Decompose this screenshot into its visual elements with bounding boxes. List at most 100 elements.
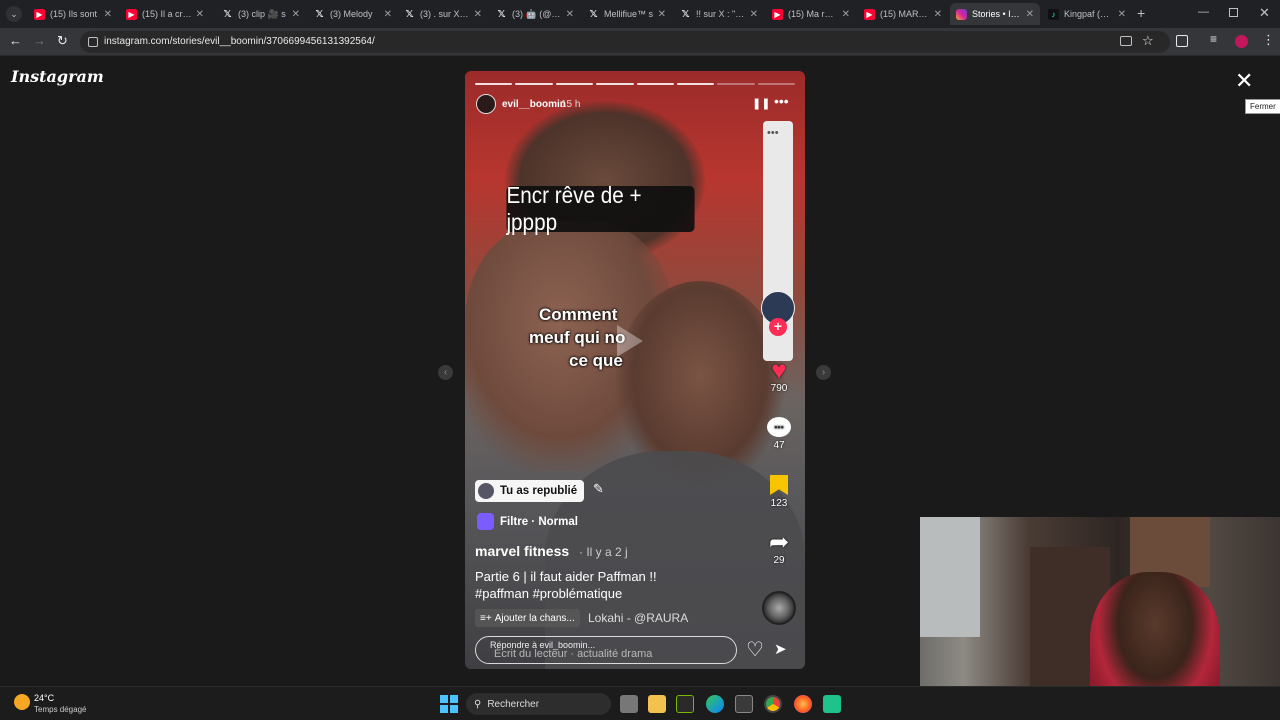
browser-tab[interactable]: ▶ (15) Ils sont ✕ xyxy=(28,3,118,25)
close-tab-icon[interactable]: ✕ xyxy=(1118,9,1126,20)
close-tab-icon[interactable]: ✕ xyxy=(1026,9,1034,20)
x-icon: 𝕏 xyxy=(405,8,414,20)
store-icon[interactable] xyxy=(735,695,753,713)
browser-tab[interactable]: ▶ (15) MARVE ✕ xyxy=(858,3,948,25)
close-tab-icon[interactable]: ✕ xyxy=(566,9,574,20)
reply-like-icon[interactable]: ♡ xyxy=(746,637,764,662)
music-credit[interactable]: Lokahi - @RAURA xyxy=(588,611,688,625)
close-icon[interactable]: ✕ xyxy=(1235,70,1253,92)
close-tab-icon[interactable]: ✕ xyxy=(292,9,300,20)
new-tab-button[interactable]: + xyxy=(1137,5,1145,21)
browser-tab[interactable]: ♪ Kingpaf (@k ✕ xyxy=(1042,3,1132,25)
close-tooltip: Fermer xyxy=(1245,99,1280,114)
share-icon[interactable]: ➦ xyxy=(761,531,797,555)
minimize-button[interactable]: — xyxy=(1198,6,1209,18)
weather-temperature: 24°C xyxy=(34,693,55,703)
filter-row[interactable]: Filtre · Normal xyxy=(477,513,578,530)
browser-tab[interactable]: ▶ (15) Il a créé ✕ xyxy=(120,3,210,25)
browser-tab[interactable]: ▶ (15) Ma répo ✕ xyxy=(766,3,856,25)
close-tab-icon[interactable]: ✕ xyxy=(196,9,204,20)
more-options-icon[interactable]: ••• xyxy=(774,93,789,109)
close-tab-icon[interactable]: ✕ xyxy=(384,9,392,20)
file-explorer-icon[interactable] xyxy=(648,695,666,713)
close-tab-icon[interactable]: ✕ xyxy=(474,9,482,20)
browser-tab[interactable]: Stories • Insta ✕ xyxy=(950,3,1040,25)
forward-button[interactable]: → xyxy=(33,33,46,48)
like-count: 790 xyxy=(770,383,788,394)
youtube-icon: ▶ xyxy=(34,8,45,20)
bookmark-icon[interactable] xyxy=(770,475,788,495)
follow-plus-icon[interactable]: + xyxy=(769,318,787,336)
add-song-button[interactable]: ≡+ Ajouter la chans... xyxy=(475,609,580,627)
maximize-button[interactable] xyxy=(1229,8,1238,17)
story-username[interactable]: evil__boomin xyxy=(502,99,566,110)
music-disc-icon[interactable] xyxy=(762,591,796,625)
windows-start-icon[interactable] xyxy=(440,695,458,713)
story-hashtags[interactable]: #paffman #problématique xyxy=(475,586,622,601)
chrome-icon[interactable] xyxy=(764,695,782,713)
close-tab-icon[interactable]: ✕ xyxy=(658,9,666,20)
browser-tab[interactable]: 𝕏 !! sur X : "AF ✕ xyxy=(674,3,764,25)
story-author-avatar[interactable] xyxy=(476,94,496,114)
browser-tab[interactable]: 𝕏 (3) . sur X : " ✕ xyxy=(398,3,488,25)
x-icon: 𝕏 xyxy=(315,8,324,20)
weather-icon[interactable] xyxy=(14,694,30,710)
close-tab-icon[interactable]: ✕ xyxy=(842,9,850,20)
video-more-icon[interactable]: ••• xyxy=(767,127,779,139)
heart-icon[interactable]: ♥ xyxy=(761,357,797,383)
previous-story-icon[interactable]: ‹ xyxy=(438,365,453,380)
tab-title: Mellifiue™ s xyxy=(604,9,654,19)
taskbar-search[interactable]: ⚲ Rechercher xyxy=(466,693,611,715)
original-account[interactable]: marvel fitness xyxy=(475,543,569,559)
pause-icon[interactable]: ❚❚ xyxy=(752,97,770,110)
webcam-window xyxy=(920,517,980,637)
site-info-icon[interactable] xyxy=(88,37,98,47)
bookmark-star-icon[interactable]: ☆ xyxy=(1142,33,1154,49)
address-bar[interactable]: instagram.com/stories/evil__boomin/37066… xyxy=(80,31,1170,53)
tab-title: (15) Il a créé xyxy=(142,9,192,19)
x-icon: 𝕏 xyxy=(681,8,690,20)
edit-pencil-icon[interactable]: ✎ xyxy=(593,481,604,497)
browser-tab[interactable]: 𝕏 Mellifiue™ s ✕ xyxy=(582,3,672,25)
youtube-icon: ▶ xyxy=(126,8,137,20)
comment-count: 47 xyxy=(773,440,785,451)
close-tab-icon[interactable]: ✕ xyxy=(934,9,942,20)
browser-tab[interactable]: 𝕏 (3) clip 🎥 s ✕ xyxy=(216,3,306,25)
republished-avatar xyxy=(478,483,494,499)
firefox-icon[interactable] xyxy=(794,695,812,713)
reply-placeholder: Écrit du lecteur · actualité drama xyxy=(494,648,653,660)
story-viewer[interactable]: evil__boomin 15 h ❚❚ ••• ••• Encr rêve d… xyxy=(465,71,805,669)
reload-button[interactable]: ↻ xyxy=(57,33,68,49)
tiktok-icon: ♪ xyxy=(1048,8,1059,20)
install-app-icon[interactable] xyxy=(1120,36,1132,46)
close-tab-icon[interactable]: ✕ xyxy=(104,9,112,20)
reply-input[interactable]: Répondre à evil_boomin... Écrit du lecte… xyxy=(475,636,737,664)
browser-tab[interactable]: 𝕏 (3) Melody ✕ xyxy=(308,3,398,25)
search-icon: ⚲ xyxy=(474,698,482,710)
task-view-icon[interactable] xyxy=(620,695,638,713)
instagram-logo[interactable]: Instagram xyxy=(11,67,104,86)
posted-time: · Il y a 2 j xyxy=(579,545,628,559)
send-icon[interactable]: ➤ xyxy=(774,640,787,658)
comment-icon[interactable]: ••• xyxy=(767,417,791,437)
tab-search-button[interactable]: ⌄ xyxy=(6,6,22,22)
extensions-icon[interactable] xyxy=(1176,35,1188,47)
profile-avatar[interactable] xyxy=(1235,35,1248,48)
nvidia-icon[interactable] xyxy=(676,695,694,713)
url-text: instagram.com/stories/evil__boomin/37066… xyxy=(104,36,375,47)
edge-icon[interactable] xyxy=(706,695,724,713)
reading-list-icon[interactable]: ≡ xyxy=(1210,32,1217,46)
next-story-icon[interactable]: › xyxy=(816,365,831,380)
x-icon: 𝕏 xyxy=(589,8,598,20)
play-overlay-icon[interactable] xyxy=(617,325,643,357)
menu-icon[interactable]: ⋮ xyxy=(1262,32,1275,48)
back-button[interactable]: ← xyxy=(9,33,22,48)
browser-tab[interactable]: 𝕏 (3) 🤖 (@TC ✕ xyxy=(490,3,580,25)
x-icon: 𝕏 xyxy=(223,8,232,20)
window-close-button[interactable]: ✕ xyxy=(1259,5,1270,21)
app-icon[interactable] xyxy=(823,695,841,713)
tab-title: (15) Ma répo xyxy=(788,9,838,19)
tab-title: (3) Melody xyxy=(330,9,373,19)
republished-badge[interactable]: Tu as republié xyxy=(475,480,585,502)
close-tab-icon[interactable]: ✕ xyxy=(750,9,758,20)
